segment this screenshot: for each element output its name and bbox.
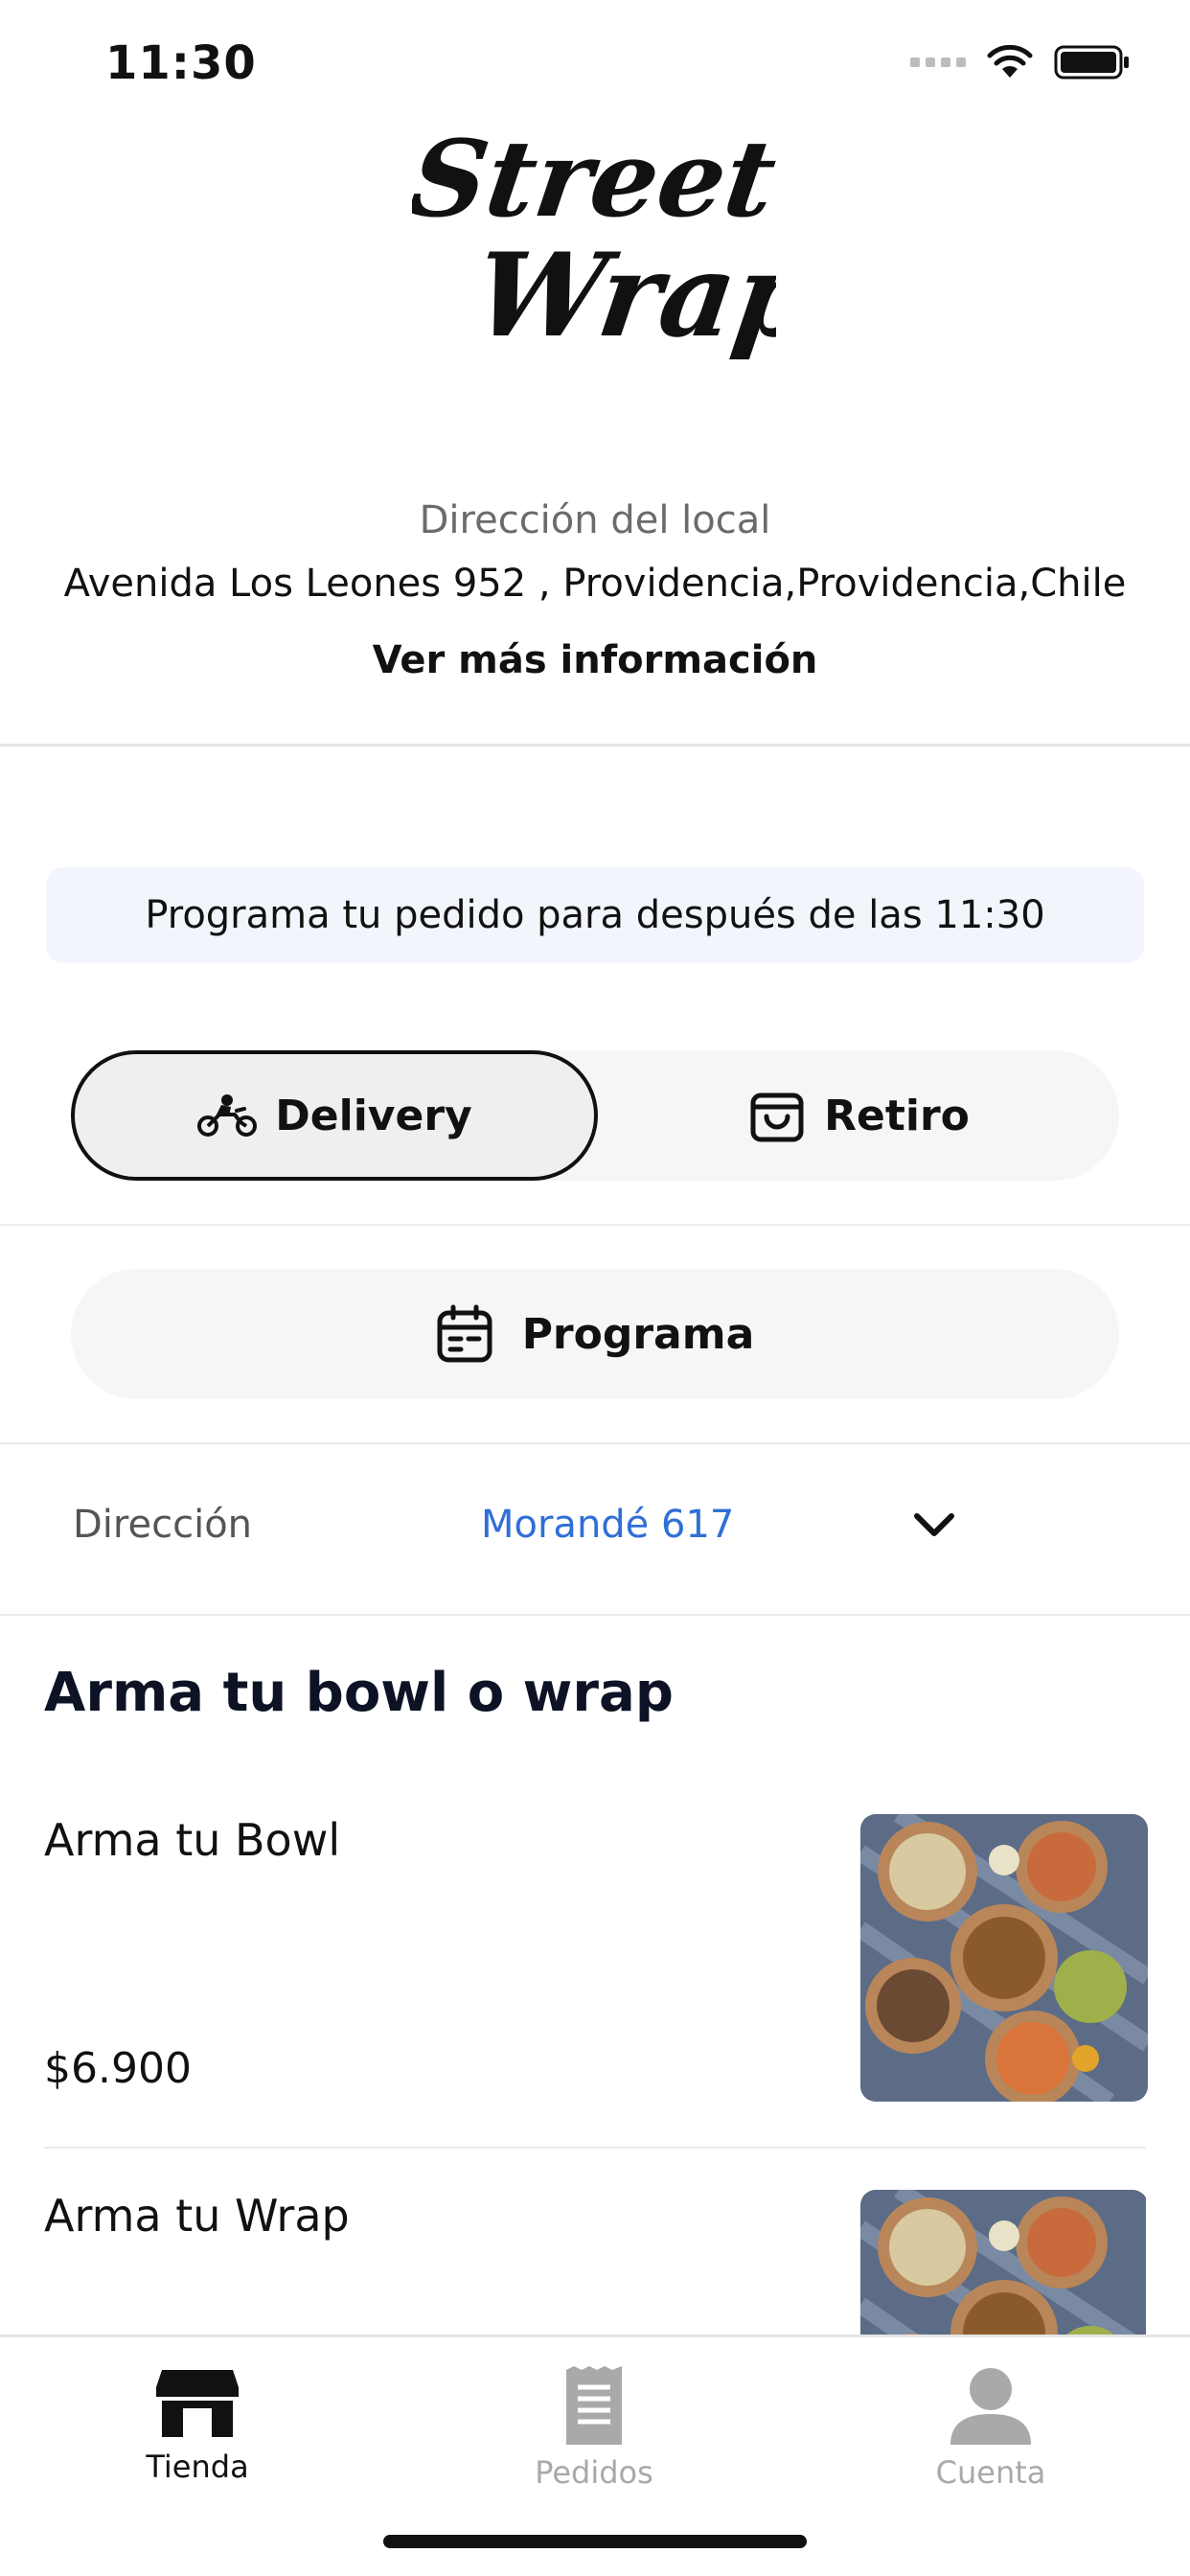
tab-cuenta[interactable]: Cuenta xyxy=(866,2366,1115,2491)
tab-label: Tienda xyxy=(146,2449,249,2485)
order-mode-toggle: Delivery Retiro xyxy=(71,1050,1119,1181)
programa-label: Programa xyxy=(521,1309,755,1359)
tab-label: Cuenta xyxy=(935,2454,1046,2491)
more-info-link[interactable]: Ver más información xyxy=(0,638,1190,682)
address-selector[interactable]: Dirección Morandé 617 xyxy=(0,1443,1190,1614)
product-item[interactable]: Arma tu Bowl $6.900 xyxy=(44,1814,1148,2102)
wifi-icon xyxy=(987,45,1033,78)
product-item[interactable]: Arma tu Wrap xyxy=(44,2190,1146,2334)
selected-address[interactable]: Morandé 617 xyxy=(481,1503,734,1547)
receipt-icon xyxy=(566,2366,622,2445)
schedule-banner: Programa tu pedido para después de las 1… xyxy=(46,867,1144,963)
product-price: $6.900 xyxy=(44,2044,192,2093)
programa-button[interactable]: Programa xyxy=(71,1269,1119,1399)
logo-line1: Street xyxy=(412,118,776,242)
product-name: Arma tu Bowl xyxy=(44,1814,341,1866)
product-image xyxy=(860,1814,1148,2102)
user-icon xyxy=(950,2368,1031,2445)
shopping-bag-icon xyxy=(750,1092,804,1142)
tab-pedidos[interactable]: Pedidos xyxy=(469,2366,719,2491)
divider xyxy=(0,1224,1190,1226)
address-label: Dirección xyxy=(73,1503,253,1547)
motorcycle-icon xyxy=(197,1094,258,1137)
logo-line2: Wrap xyxy=(467,229,776,363)
tab-label: Pedidos xyxy=(535,2454,653,2491)
delivery-option[interactable]: Delivery xyxy=(71,1050,598,1181)
product-name: Arma tu Wrap xyxy=(44,2190,350,2242)
calendar-icon xyxy=(437,1304,492,1363)
store-info: Dirección del local Avenida Los Leones 9… xyxy=(0,498,1190,682)
divider xyxy=(44,2147,1146,2149)
section-title: Arma tu bowl o wrap xyxy=(44,1662,674,1724)
product-image xyxy=(860,2190,1146,2334)
street-wrap-logo: Street Wrap xyxy=(402,105,825,364)
retiro-label: Retiro xyxy=(824,1091,970,1140)
divider xyxy=(0,744,1190,747)
status-time: 11:30 xyxy=(105,36,257,90)
home-indicator[interactable] xyxy=(383,2535,807,2548)
tab-tienda[interactable]: Tienda xyxy=(73,2366,322,2485)
cellular-signal-icon xyxy=(910,58,966,67)
store-icon xyxy=(156,2370,239,2437)
store-address-label: Dirección del local xyxy=(419,498,771,542)
delivery-label: Delivery xyxy=(275,1091,472,1140)
retiro-option[interactable]: Retiro xyxy=(598,1050,1119,1181)
battery-icon xyxy=(1054,45,1129,80)
status-icons xyxy=(910,44,1131,80)
chevron-down-icon[interactable] xyxy=(912,1510,956,1539)
divider xyxy=(0,1614,1190,1616)
store-address: Avenida Los Leones 952 , Providencia,Pro… xyxy=(63,562,1127,606)
